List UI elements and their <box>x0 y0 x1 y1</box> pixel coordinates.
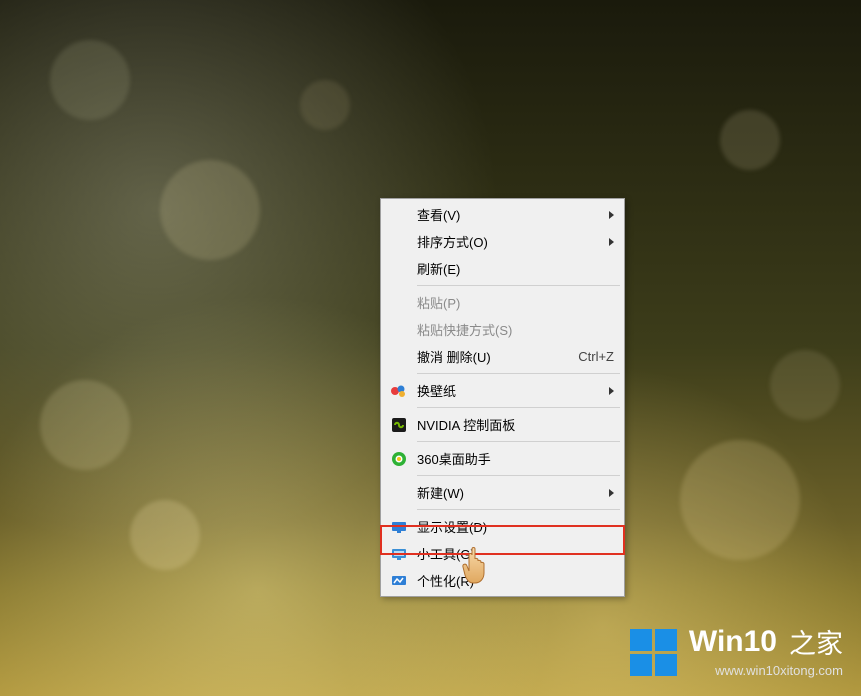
menu-item-label: 粘贴快捷方式(S) <box>417 320 614 339</box>
chevron-right-icon <box>609 387 614 395</box>
desktop-context-menu: 查看(V) 排序方式(O) 刷新(E) 粘贴(P) 粘贴快捷方式(S) 撤消 删… <box>380 198 625 597</box>
360-icon <box>389 449 409 469</box>
menu-item-gadgets[interactable]: 小工具(G) <box>383 540 622 567</box>
menu-item-label: 新建(W) <box>417 483 609 502</box>
menu-shortcut: Ctrl+Z <box>578 349 614 364</box>
menu-item-label: 个性化(R) <box>417 571 614 590</box>
watermark-subtitle: 之家 <box>789 622 843 661</box>
menu-item-display-settings[interactable]: 显示设置(D) <box>383 513 622 540</box>
bokeh-light <box>40 380 130 470</box>
menu-item-label: 显示设置(D) <box>417 517 614 536</box>
menu-item-view[interactable]: 查看(V) <box>383 201 622 228</box>
menu-item-label: NVIDIA 控制面板 <box>417 415 614 434</box>
menu-separator <box>417 475 620 476</box>
bokeh-light <box>680 440 800 560</box>
chevron-right-icon <box>609 489 614 497</box>
menu-item-refresh[interactable]: 刷新(E) <box>383 255 622 282</box>
menu-item-label: 查看(V) <box>417 205 609 224</box>
menu-item-new[interactable]: 新建(W) <box>383 479 622 506</box>
menu-item-personalize[interactable]: 个性化(R) <box>383 567 622 594</box>
bokeh-light <box>720 110 780 170</box>
bokeh-light <box>50 40 130 120</box>
chevron-right-icon <box>609 211 614 219</box>
menu-item-undo-delete[interactable]: 撤消 删除(U) Ctrl+Z <box>383 343 622 370</box>
windows-logo-icon <box>630 629 677 676</box>
menu-item-change-wallpaper[interactable]: 换壁纸 <box>383 377 622 404</box>
menu-item-label: 排序方式(O) <box>417 232 609 251</box>
monitor-icon <box>389 544 409 564</box>
menu-separator <box>417 373 620 374</box>
menu-item-nvidia[interactable]: NVIDIA 控制面板 <box>383 411 622 438</box>
menu-item-sort[interactable]: 排序方式(O) <box>383 228 622 255</box>
bokeh-light <box>770 350 840 420</box>
watermark-url: www.win10xitong.com <box>715 663 843 678</box>
menu-item-360-assistant[interactable]: 360桌面助手 <box>383 445 622 472</box>
menu-separator <box>417 509 620 510</box>
bokeh-light <box>300 80 350 130</box>
menu-item-label: 小工具(G) <box>417 544 614 563</box>
nvidia-icon <box>389 415 409 435</box>
chevron-right-icon <box>609 238 614 246</box>
menu-item-label: 换壁纸 <box>417 381 609 400</box>
menu-item-paste-shortcut: 粘贴快捷方式(S) <box>383 316 622 343</box>
menu-item-label: 撤消 删除(U) <box>417 347 578 366</box>
menu-item-label: 360桌面助手 <box>417 449 614 468</box>
menu-item-label: 粘贴(P) <box>417 293 614 312</box>
menu-separator <box>417 441 620 442</box>
personalize-icon <box>389 571 409 591</box>
menu-separator <box>417 407 620 408</box>
wallpaper-icon <box>389 381 409 401</box>
menu-item-label: 刷新(E) <box>417 259 614 278</box>
menu-separator <box>417 285 620 286</box>
bokeh-light <box>130 500 200 570</box>
bokeh-light <box>160 160 260 260</box>
watermark-title: Win10 <box>689 625 777 659</box>
display-icon <box>389 517 409 537</box>
watermark: Win10 之家 www.win10xitong.com <box>630 622 843 678</box>
menu-item-paste: 粘贴(P) <box>383 289 622 316</box>
